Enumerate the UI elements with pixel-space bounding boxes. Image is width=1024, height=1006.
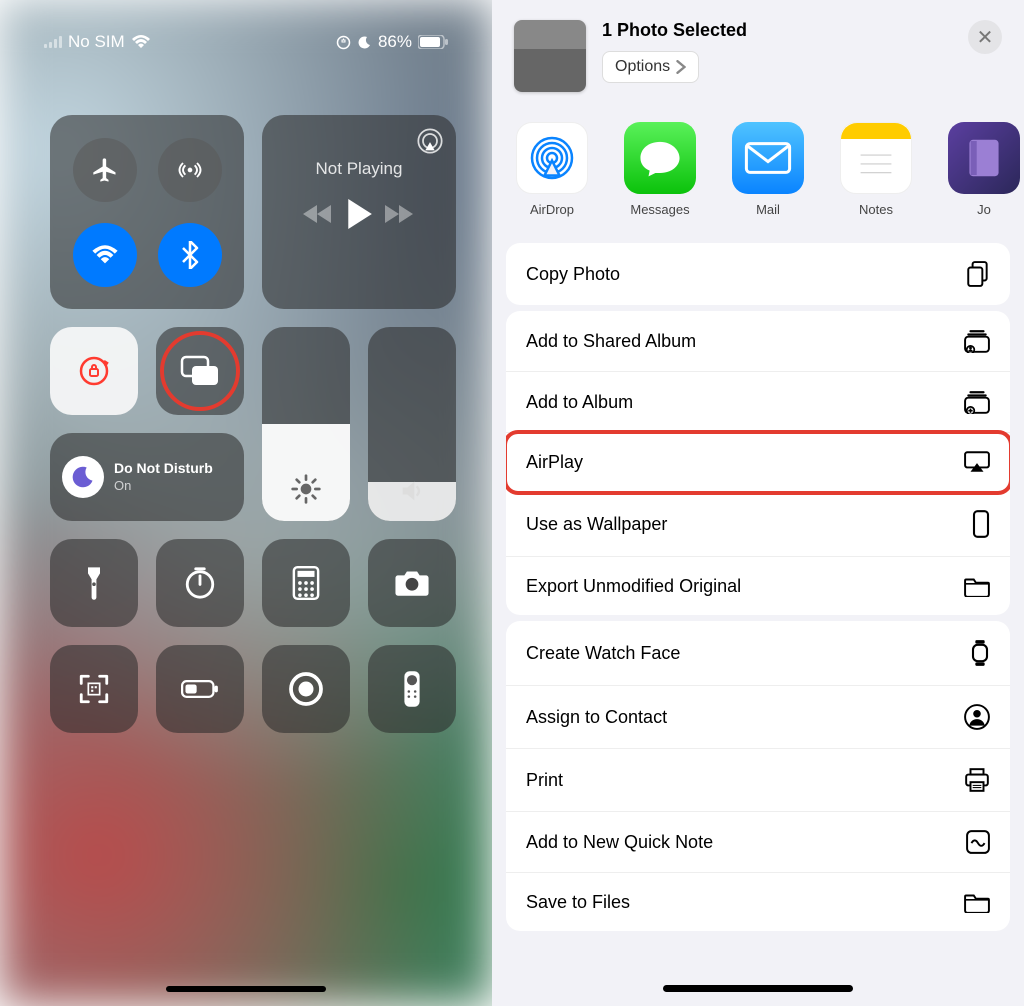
action-airplay[interactable]: AirPlay (506, 433, 1010, 492)
cellular-bars-icon (44, 36, 62, 48)
add-album-icon (964, 390, 990, 414)
connectivity-panel[interactable] (50, 115, 244, 309)
action-wallpaper[interactable]: Use as Wallpaper (506, 492, 1010, 557)
screen-record-button[interactable] (262, 645, 350, 733)
volume-slider[interactable] (368, 327, 456, 521)
airplay-audio-icon[interactable] (416, 127, 444, 155)
calculator-button[interactable] (262, 539, 350, 627)
sim-status: No SIM (68, 32, 125, 52)
action-add-shared-album[interactable]: Add to Shared Album (506, 311, 1010, 372)
options-label: Options (615, 58, 670, 76)
orientation-lock-icon (336, 35, 351, 50)
share-options-button[interactable]: Options (602, 51, 699, 83)
app-messages[interactable]: Messages (620, 122, 700, 217)
action-assign-contact[interactable]: Assign to Contact (506, 686, 1010, 749)
media-panel[interactable]: Not Playing (262, 115, 456, 309)
notes-icon (840, 122, 912, 194)
now-playing-title: Not Playing (276, 159, 442, 179)
wifi-toggle[interactable] (73, 223, 137, 287)
action-add-album[interactable]: Add to Album (506, 372, 1010, 433)
action-quick-note[interactable]: Add to New Quick Note (506, 812, 1010, 873)
camera-button[interactable] (368, 539, 456, 627)
copy-icon (966, 261, 990, 287)
app-other[interactable]: Jo (944, 122, 1024, 217)
action-save-files[interactable]: Save to Files (506, 873, 1010, 931)
status-bar: No SIM 86% (0, 32, 492, 52)
share-sheet-screen: 1 Photo Selected Options ✕ (492, 0, 1024, 1006)
sun-icon (290, 473, 322, 505)
messages-icon (624, 122, 696, 194)
photo-thumbnail[interactable] (514, 20, 586, 92)
contact-icon (964, 704, 990, 730)
folder-icon (964, 891, 990, 913)
code-scanner-button[interactable] (50, 645, 138, 733)
action-watch-face[interactable]: Create Watch Face (506, 621, 1010, 686)
timer-button[interactable] (156, 539, 244, 627)
shared-album-icon (964, 329, 990, 353)
do-not-disturb-icon (357, 35, 372, 50)
home-indicator[interactable] (663, 985, 853, 992)
mail-icon (732, 122, 804, 194)
app-mail[interactable]: Mail (728, 122, 808, 217)
chevron-right-icon (676, 60, 686, 74)
previous-track-icon[interactable] (303, 203, 333, 225)
airplay-icon (964, 451, 990, 473)
wifi-icon (131, 35, 151, 49)
printer-icon (964, 767, 990, 793)
bluetooth-toggle[interactable] (158, 223, 222, 287)
close-icon: ✕ (977, 25, 994, 50)
highlight-circle (160, 331, 240, 411)
share-apps-row[interactable]: AirDrop Messages Mail (492, 108, 1024, 237)
moon-icon (62, 456, 104, 498)
focus-button[interactable]: Do Not Disturb On (50, 433, 244, 521)
next-track-icon[interactable] (385, 203, 415, 225)
cellular-data-toggle[interactable] (158, 138, 222, 202)
battery-icon (418, 35, 448, 49)
focus-state: On (114, 478, 213, 493)
airdrop-icon (516, 122, 588, 194)
quick-note-icon (966, 830, 990, 854)
journal-icon (948, 122, 1020, 194)
speaker-icon (397, 477, 427, 505)
orientation-lock-button[interactable] (50, 327, 138, 415)
share-title: 1 Photo Selected (602, 20, 952, 41)
action-copy-photo[interactable]: Copy Photo (506, 243, 1010, 305)
action-print[interactable]: Print (506, 749, 1010, 812)
low-power-mode-button[interactable] (156, 645, 244, 733)
brightness-slider[interactable] (262, 327, 350, 521)
battery-percent: 86% (378, 32, 412, 52)
watch-icon (970, 639, 990, 667)
close-button[interactable]: ✕ (968, 20, 1002, 54)
flashlight-button[interactable] (50, 539, 138, 627)
action-export-original[interactable]: Export Unmodified Original (506, 557, 1010, 615)
phone-icon (972, 510, 990, 538)
home-indicator[interactable] (166, 986, 326, 992)
control-center-screen: No SIM 86% (0, 0, 492, 1006)
airplane-mode-toggle[interactable] (73, 138, 137, 202)
app-airdrop[interactable]: AirDrop (512, 122, 592, 217)
focus-title: Do Not Disturb (114, 461, 213, 476)
app-notes[interactable]: Notes (836, 122, 916, 217)
apple-tv-remote-button[interactable] (368, 645, 456, 733)
screen-mirroring-button[interactable] (156, 327, 244, 415)
play-icon[interactable] (346, 199, 372, 229)
folder-icon (964, 575, 990, 597)
